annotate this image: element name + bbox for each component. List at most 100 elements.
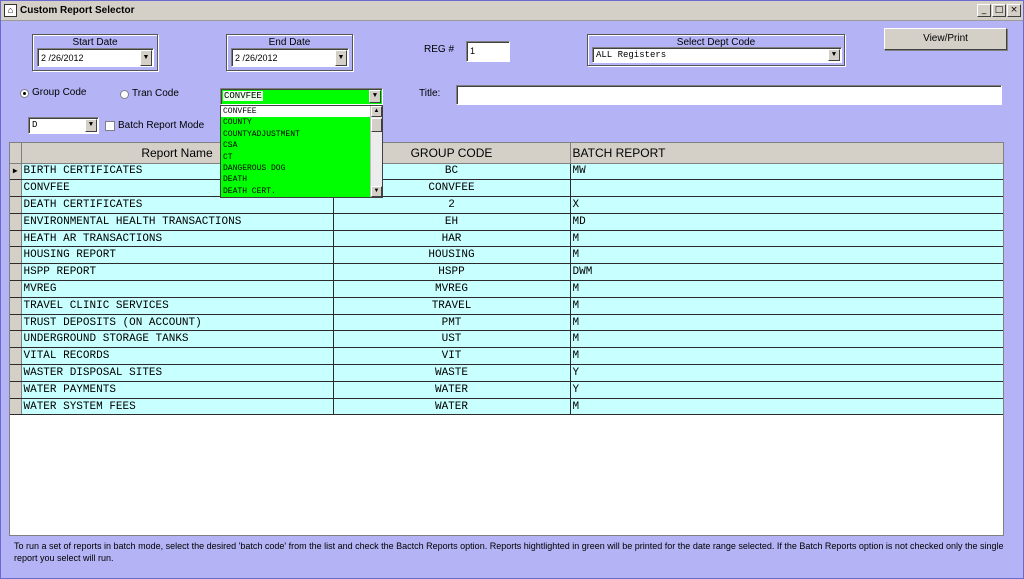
report-name-cell[interactable]: HOUSING REPORT bbox=[21, 246, 334, 265]
chevron-down-icon[interactable]: ▼ bbox=[369, 90, 381, 103]
group-code-cell[interactable]: WASTE bbox=[333, 364, 571, 382]
close-button[interactable]: × bbox=[1007, 4, 1021, 17]
batch-report-cell[interactable]: Y bbox=[570, 364, 1003, 382]
title-input[interactable] bbox=[456, 85, 1002, 105]
table-row[interactable]: WATER PAYMENTS WATER Y bbox=[10, 381, 1003, 399]
report-name-cell[interactable]: HSPP REPORT bbox=[21, 263, 334, 282]
table-row[interactable]: WASTER DISPOSAL SITES WASTE Y bbox=[10, 364, 1003, 382]
column-header-batch-report[interactable]: BATCH REPORT bbox=[570, 143, 1003, 164]
group-code-cell[interactable]: HOUSING bbox=[333, 246, 571, 265]
table-row[interactable]: ENVIRONMENTAL HEALTH TRANSACTIONS EH MD bbox=[10, 213, 1003, 231]
dropdown-option[interactable]: DANGEROUS DOG bbox=[221, 163, 371, 174]
minimize-button[interactable]: _ bbox=[977, 4, 991, 17]
report-name-cell[interactable]: HEATH AR TRANSACTIONS bbox=[21, 230, 334, 248]
batch-report-cell[interactable]: M bbox=[570, 297, 1003, 315]
row-selector[interactable] bbox=[10, 213, 22, 231]
row-selector[interactable] bbox=[10, 297, 22, 315]
row-selector[interactable] bbox=[10, 347, 22, 366]
group-code-cell[interactable]: WATER bbox=[333, 398, 571, 416]
row-selector[interactable] bbox=[10, 280, 22, 298]
chevron-down-icon[interactable]: ▼ bbox=[140, 50, 152, 66]
report-name-cell[interactable]: MVREG bbox=[21, 280, 334, 298]
group-code-cell[interactable]: VIT bbox=[333, 347, 571, 366]
batch-report-cell[interactable]: M bbox=[570, 347, 1003, 366]
table-row[interactable]: UNDERGROUND STORAGE TANKS UST M bbox=[10, 330, 1003, 349]
batch-report-cell[interactable]: MW bbox=[570, 163, 1003, 181]
row-selector[interactable] bbox=[10, 263, 22, 282]
batch-report-mode-checkbox[interactable] bbox=[105, 121, 115, 131]
end-date-picker[interactable]: 2 /26/2012 ▼ bbox=[231, 48, 349, 67]
report-name-cell[interactable]: WATER SYSTEM FEES bbox=[21, 398, 334, 416]
table-row[interactable]: DEATH CERTIFICATES 2 X bbox=[10, 196, 1003, 214]
dropdown-option[interactable]: COUNTY bbox=[221, 117, 371, 128]
group-code-dropdown-list[interactable]: CONVFEE COUNTY COUNTYADJUSTMENT CSA CT DANGER… bbox=[220, 105, 383, 198]
report-name-cell[interactable]: TRUST DEPOSITS (ON ACCOUNT) bbox=[21, 314, 334, 332]
report-name-cell[interactable]: ENVIRONMENTAL HEALTH TRANSACTIONS bbox=[21, 213, 334, 231]
maximize-button[interactable]: □ bbox=[992, 4, 1006, 17]
group-code-cell[interactable]: EH bbox=[333, 213, 571, 231]
table-row[interactable]: VITAL RECORDS VIT M bbox=[10, 347, 1003, 366]
batch-report-cell[interactable]: X bbox=[570, 196, 1003, 214]
batch-report-cell[interactable]: MD bbox=[570, 213, 1003, 231]
table-row[interactable]: TRUST DEPOSITS (ON ACCOUNT) PMT M bbox=[10, 314, 1003, 332]
view-print-button[interactable]: View/Print bbox=[884, 28, 1007, 50]
dropdown-option[interactable]: CONVFEE bbox=[221, 106, 371, 118]
title-bar[interactable]: ⌂ Custom Report Selector _ □ × bbox=[1, 1, 1023, 21]
report-name-cell[interactable]: VITAL RECORDS bbox=[21, 347, 334, 366]
row-selector[interactable] bbox=[10, 364, 22, 382]
batch-report-cell[interactable]: M bbox=[570, 280, 1003, 298]
chevron-down-icon[interactable]: ▼ bbox=[85, 119, 97, 132]
dropdown-option[interactable]: CSA bbox=[221, 140, 371, 151]
group-code-cell[interactable]: 2 bbox=[333, 196, 571, 214]
group-code-radio[interactable] bbox=[20, 89, 29, 98]
batch-report-cell[interactable]: M bbox=[570, 230, 1003, 248]
row-selector[interactable] bbox=[10, 246, 22, 265]
group-code-cell[interactable]: UST bbox=[333, 330, 571, 349]
row-selector[interactable] bbox=[10, 179, 22, 198]
table-row[interactable]: WATER SYSTEM FEES WATER M bbox=[10, 398, 1003, 416]
tran-code-radio[interactable] bbox=[120, 90, 129, 99]
report-name-cell[interactable]: WATER PAYMENTS bbox=[21, 381, 334, 399]
row-selector[interactable] bbox=[10, 230, 22, 248]
row-selector[interactable] bbox=[10, 398, 22, 416]
group-code-cell[interactable]: TRAVEL bbox=[333, 297, 571, 315]
table-row[interactable]: CONVFEE CONVFEE bbox=[10, 179, 1003, 198]
table-row[interactable]: MVREG MVREG M bbox=[10, 280, 1003, 298]
chevron-down-icon[interactable]: ▼ bbox=[335, 50, 347, 66]
row-selector[interactable] bbox=[10, 330, 22, 349]
group-code-cell[interactable]: HSPP bbox=[333, 263, 571, 282]
dropdown-option[interactable]: DEATH CERT. bbox=[221, 186, 371, 197]
start-date-picker[interactable]: 2 /26/2012 ▼ bbox=[37, 48, 154, 67]
table-row[interactable]: HSPP REPORT HSPP DWM bbox=[10, 263, 1003, 282]
group-code-cell[interactable]: WATER bbox=[333, 381, 571, 399]
report-grid[interactable]: Report Name GROUP CODE BATCH REPORT ▶ BIR… bbox=[9, 142, 1004, 536]
batch-report-cell[interactable]: M bbox=[570, 246, 1003, 265]
scroll-thumb[interactable] bbox=[371, 118, 382, 132]
group-code-cell[interactable]: MVREG bbox=[333, 280, 571, 298]
row-selector[interactable]: ▶ bbox=[10, 163, 22, 181]
scroll-down-icon[interactable]: ▼ bbox=[371, 186, 382, 197]
group-code-cell[interactable]: PMT bbox=[333, 314, 571, 332]
dept-code-select[interactable]: ALL Registers ▼ bbox=[592, 47, 842, 63]
reg-input[interactable]: 1 bbox=[466, 41, 510, 62]
batch-code-select[interactable]: D ▼ bbox=[28, 117, 99, 134]
group-code-cell[interactable]: HAR bbox=[333, 230, 571, 248]
dropdown-option[interactable]: CT bbox=[221, 152, 371, 163]
dropdown-option[interactable]: COUNTYADJUSTMENT bbox=[221, 129, 371, 140]
report-name-cell[interactable]: DEATH CERTIFICATES bbox=[21, 196, 334, 214]
dropdown-option[interactable]: DEATH bbox=[221, 174, 371, 185]
row-selector[interactable] bbox=[10, 196, 22, 214]
batch-report-cell[interactable]: M bbox=[570, 330, 1003, 349]
batch-report-cell[interactable]: DWM bbox=[570, 263, 1003, 282]
scroll-up-icon[interactable]: ▲ bbox=[371, 106, 382, 117]
table-row[interactable]: HOUSING REPORT HOUSING M bbox=[10, 246, 1003, 265]
dropdown-scrollbar[interactable]: ▲ ▼ bbox=[370, 106, 382, 197]
batch-report-cell[interactable]: M bbox=[570, 314, 1003, 332]
table-row[interactable]: TRAVEL CLINIC SERVICES TRAVEL M bbox=[10, 297, 1003, 315]
row-selector[interactable] bbox=[10, 314, 22, 332]
report-name-cell[interactable]: TRAVEL CLINIC SERVICES bbox=[21, 297, 334, 315]
batch-report-cell[interactable]: Y bbox=[570, 381, 1003, 399]
chevron-down-icon[interactable]: ▼ bbox=[828, 49, 840, 61]
table-row[interactable]: ▶ BIRTH CERTIFICATES BC MW bbox=[10, 163, 1003, 181]
batch-report-cell[interactable] bbox=[570, 179, 1003, 198]
